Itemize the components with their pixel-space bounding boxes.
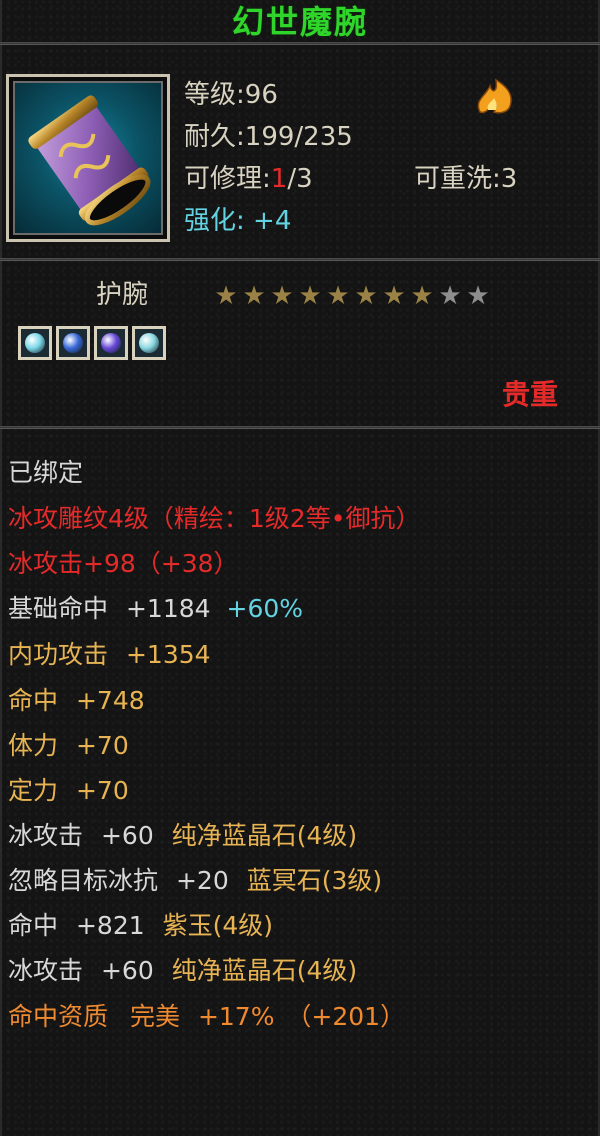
gem-slot-icon[interactable] xyxy=(56,326,90,360)
stamina-value: +70 xyxy=(75,731,129,760)
focus-label: 定力 xyxy=(8,776,59,805)
star-filled-icon: ★ xyxy=(270,281,294,311)
star-rating: ★ ★ ★ ★ ★ ★ ★ ★ ★ ★ xyxy=(212,281,492,311)
gem-icon xyxy=(101,333,121,353)
star-filled-icon: ★ xyxy=(298,281,322,311)
level-label: 等级 xyxy=(184,80,237,110)
gem-bonus-row-2: 忽略目标冰抗 +20 蓝冥石(3级) xyxy=(8,866,382,896)
divider xyxy=(0,426,600,429)
rarity-badge: 贵重 xyxy=(502,378,559,411)
gem-icon xyxy=(25,333,45,353)
gem-bonus-source: 纯净蓝晶石(4级) xyxy=(171,821,358,850)
enhance-label: 强化 xyxy=(184,206,237,236)
repair-current: 1 xyxy=(270,164,288,194)
hit-value: +748 xyxy=(75,686,145,715)
item-type: 护腕 xyxy=(96,280,149,310)
star-empty-icon: ★ xyxy=(438,281,462,311)
base-hit-value: +1184 xyxy=(125,594,211,623)
repair-row: 可修理:1/3 xyxy=(184,164,313,194)
focus-value: +70 xyxy=(75,776,129,805)
quality-value: +17% xyxy=(197,1002,275,1031)
base-hit-label: 基础命中 xyxy=(8,594,109,623)
gem-bonus-stat: 忽略目标冰抗 xyxy=(8,866,159,895)
durability-label: 耐久 xyxy=(184,122,237,152)
gem-slot-icon[interactable] xyxy=(132,326,166,360)
star-filled-icon: ★ xyxy=(242,281,266,311)
level-value: 96 xyxy=(244,80,278,110)
gem-bonus-value: +20 xyxy=(175,866,229,895)
carving-line: 冰攻雕纹4级（精绘：1级2等•御抗） xyxy=(8,504,421,533)
hit-row: 命中 +748 xyxy=(8,686,145,716)
bound-status: 已绑定 xyxy=(8,458,84,487)
quality-grade: 完美 xyxy=(129,1002,180,1031)
repair-max: /3 xyxy=(287,164,313,194)
quality-row: 命中资质 完美 +17% （+201） xyxy=(8,1002,405,1032)
gem-icon xyxy=(139,333,159,353)
enhance-value: +4 xyxy=(253,206,292,236)
base-hit-bonus: +60% xyxy=(226,594,304,623)
gem-bonus-source: 蓝冥石(3级) xyxy=(246,866,383,895)
gem-bonus-stat: 命中 xyxy=(8,911,59,940)
star-filled-icon: ★ xyxy=(326,281,350,311)
star-filled-icon: ★ xyxy=(214,281,238,311)
ice-attack-base: 冰攻击+98（+38） xyxy=(8,549,239,578)
bracer-icon xyxy=(13,81,163,235)
quality-label: 命中资质 xyxy=(8,1002,109,1031)
gem-bonus-row-4: 冰攻击 +60 纯净蓝晶石(4级) xyxy=(8,956,357,986)
level-row: 等级:96 xyxy=(184,80,278,110)
gem-bonus-value: +821 xyxy=(75,911,145,940)
flame-icon[interactable] xyxy=(472,72,520,116)
gem-bonus-row-3: 命中 +821 紫玉(4级) xyxy=(8,911,273,941)
rewash-value: 3 xyxy=(500,164,518,194)
item-name: 幻世魔腕 xyxy=(231,3,368,41)
stamina-label: 体力 xyxy=(8,731,59,760)
rewash-label: 可重洗 xyxy=(414,164,493,194)
base-hit-row: 基础命中 +1184 +60% xyxy=(8,594,303,624)
gem-bonus-row-1: 冰攻击 +60 纯净蓝晶石(4级) xyxy=(8,821,357,851)
gem-bonus-source: 紫玉(4级) xyxy=(162,911,274,940)
gem-bonus-stat: 冰攻击 xyxy=(8,821,84,850)
quality-bonus: （+201） xyxy=(286,1002,406,1031)
gem-bonus-stat: 冰攻击 xyxy=(8,956,84,985)
gem-bonus-value: +60 xyxy=(100,821,154,850)
star-filled-icon: ★ xyxy=(382,281,406,311)
inner-attack-label: 内功攻击 xyxy=(8,640,109,669)
repair-label: 可修理 xyxy=(184,164,263,194)
enhance-row: 强化: +4 xyxy=(184,206,292,236)
divider xyxy=(0,258,600,261)
focus-row: 定力 +70 xyxy=(8,776,129,806)
inner-attack-row: 内功攻击 +1354 xyxy=(8,640,211,670)
star-empty-icon: ★ xyxy=(466,281,490,311)
durability-value: 199/235 xyxy=(244,122,353,152)
gem-slot-icon[interactable] xyxy=(94,326,128,360)
durability-row: 耐久:199/235 xyxy=(184,122,353,152)
gem-slot-icon[interactable] xyxy=(18,326,52,360)
star-filled-icon: ★ xyxy=(410,281,434,311)
rewash-row: 可重洗:3 xyxy=(414,164,518,194)
inner-attack-value: +1354 xyxy=(125,640,211,669)
gem-icon xyxy=(63,333,83,353)
hit-label: 命中 xyxy=(8,686,59,715)
bracer-icon-art xyxy=(28,95,151,226)
star-filled-icon: ★ xyxy=(354,281,378,311)
stamina-row: 体力 +70 xyxy=(8,731,129,761)
gem-bonus-source: 纯净蓝晶石(4级) xyxy=(171,956,358,985)
divider xyxy=(0,42,600,45)
gem-bonus-value: +60 xyxy=(100,956,154,985)
item-icon-slot[interactable] xyxy=(6,74,170,242)
